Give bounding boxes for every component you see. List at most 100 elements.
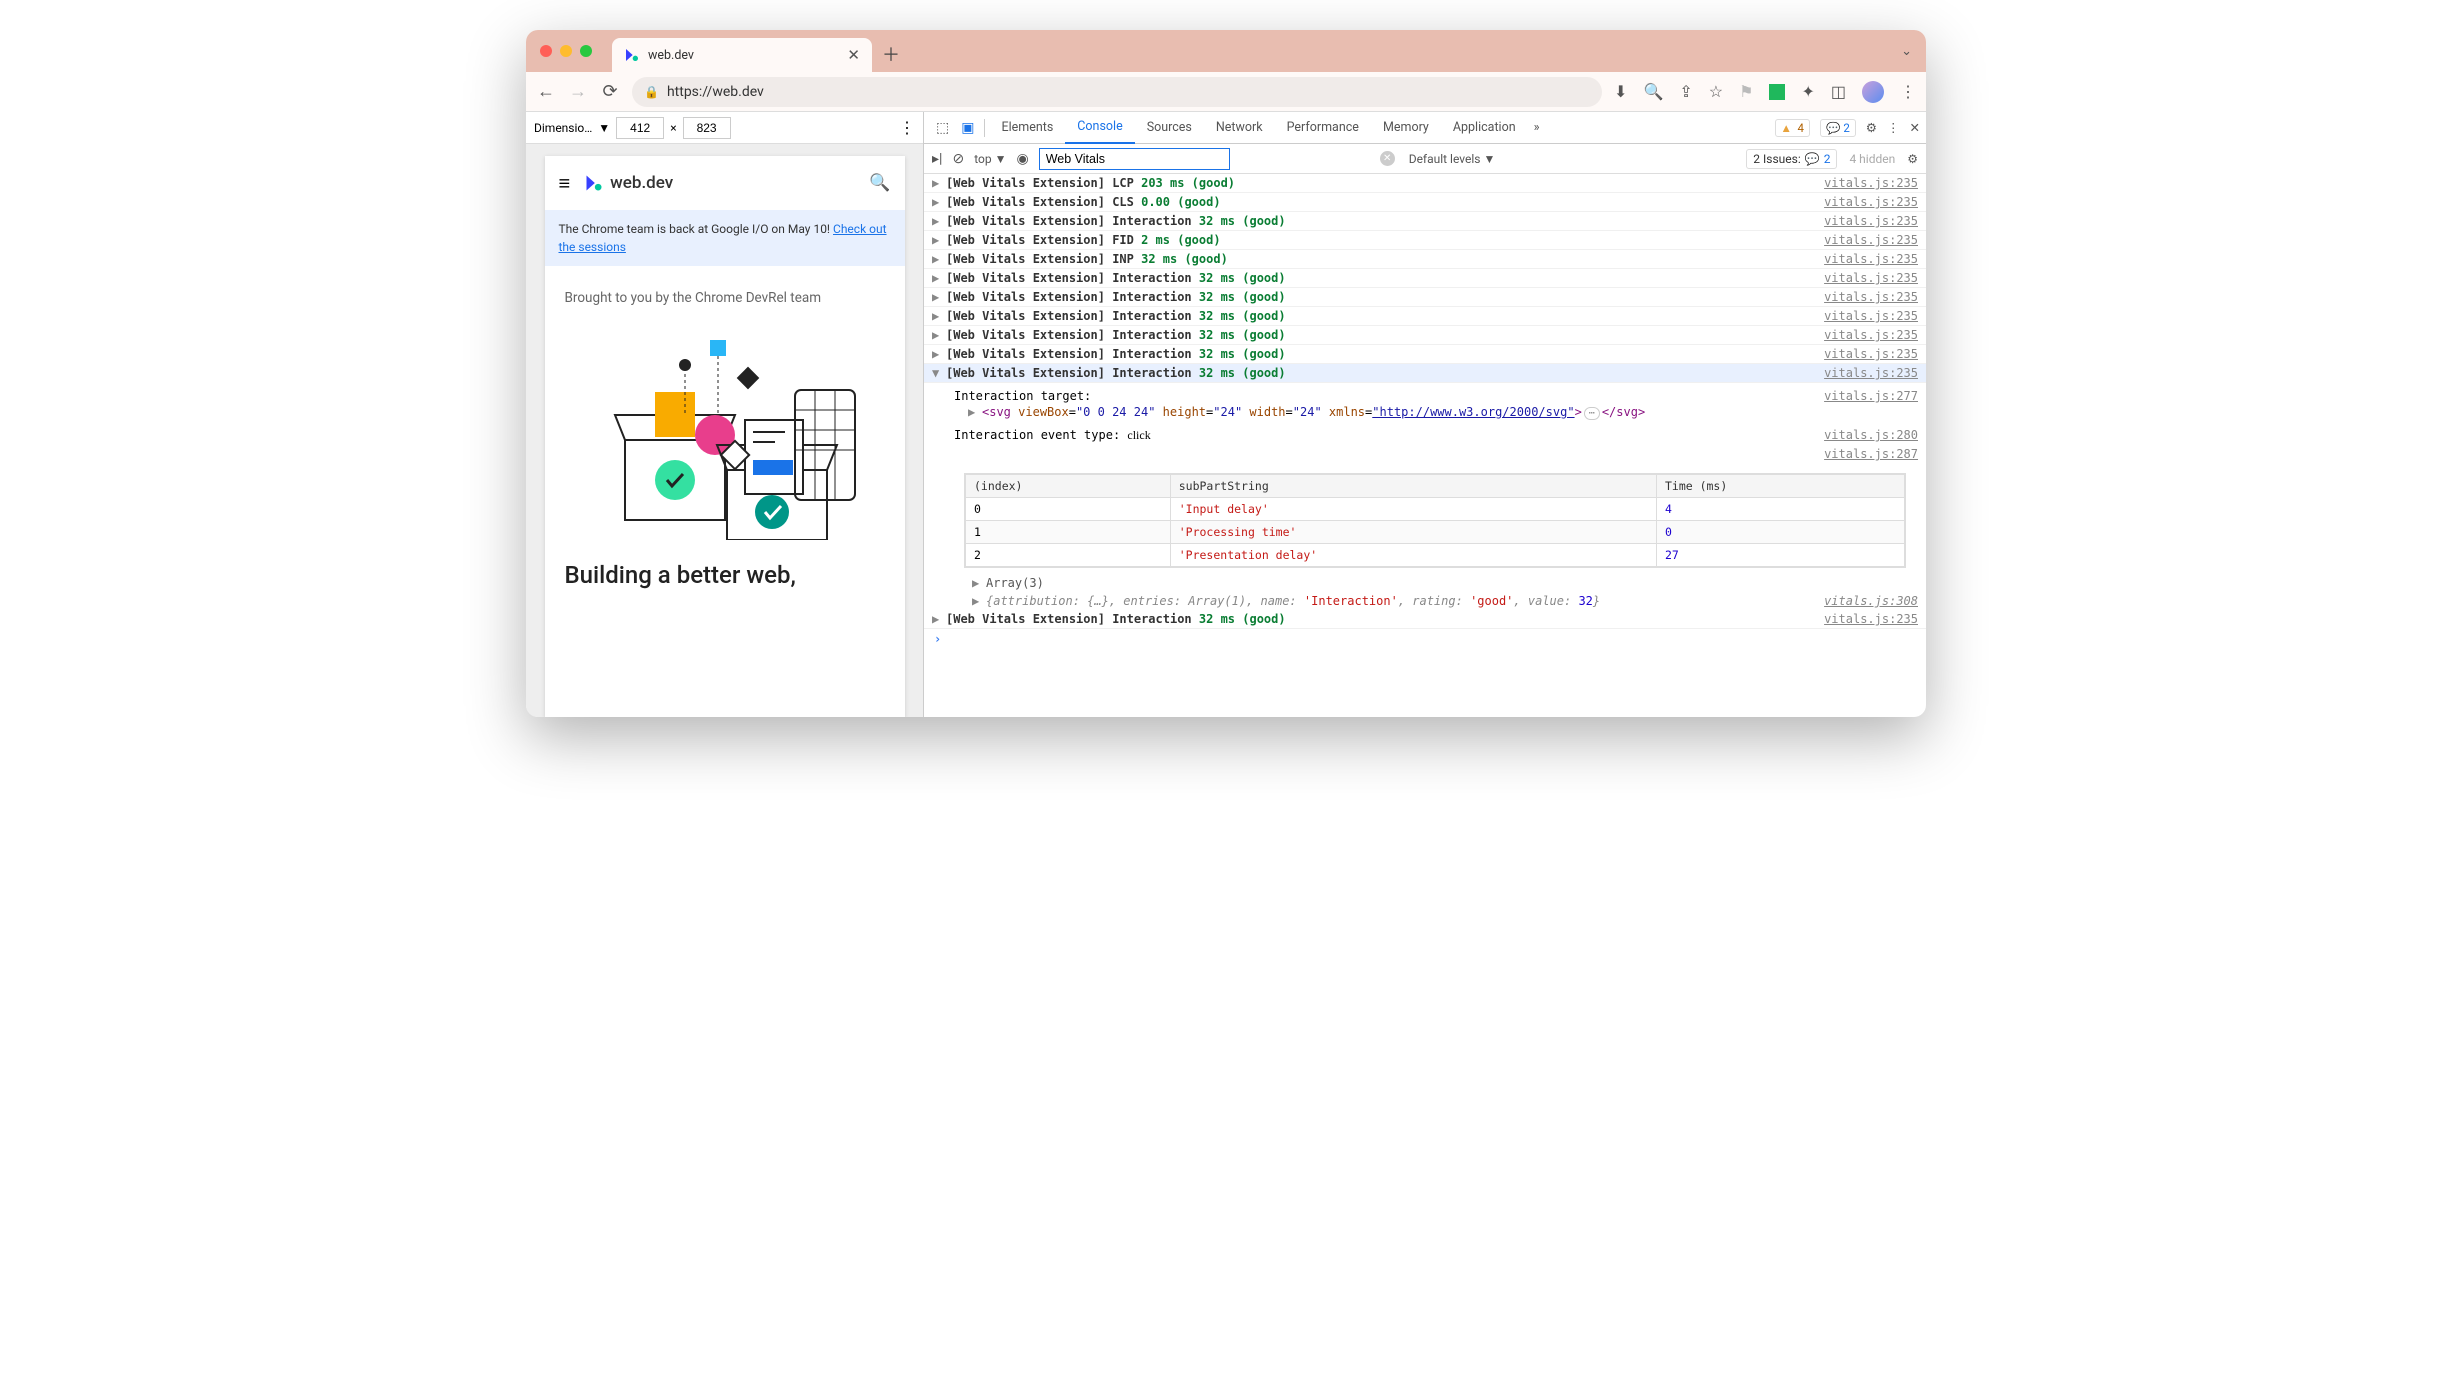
extensions-icon[interactable]: ✦: [1801, 82, 1814, 101]
disclosure-triangle-icon[interactable]: ▶: [932, 233, 942, 247]
tab-network[interactable]: Network: [1204, 112, 1275, 144]
tab-elements[interactable]: Elements: [989, 112, 1065, 144]
address-bar[interactable]: 🔒 https://web.dev: [632, 77, 1602, 107]
attribution-object[interactable]: ▶{attribution: {…}, entries: Array(1), n…: [924, 592, 1926, 610]
install-icon[interactable]: ⬇: [1614, 82, 1627, 101]
more-tabs-button[interactable]: »: [1528, 120, 1546, 135]
bookmark-icon[interactable]: ☆: [1709, 82, 1723, 101]
console-prompt[interactable]: ›: [924, 629, 1926, 649]
window-minimize-button[interactable]: [560, 45, 572, 57]
console-log-row[interactable]: ▶ [Web Vitals Extension] Interaction 32 …: [924, 307, 1926, 326]
console-filter-input[interactable]: [1039, 148, 1230, 170]
devtools-menu-button[interactable]: ⋮: [1887, 120, 1900, 136]
array-summary[interactable]: ▶Array(3): [924, 574, 1926, 592]
context-selector[interactable]: top ▼: [974, 152, 1006, 166]
console-settings-icon[interactable]: ⚙: [1907, 152, 1918, 166]
window-maximize-button[interactable]: [580, 45, 592, 57]
dimensions-label[interactable]: Dimensio…: [534, 121, 592, 135]
new-tab-button[interactable]: ＋: [882, 41, 900, 67]
hamburger-menu-icon[interactable]: ≡: [559, 171, 571, 196]
browser-tab[interactable]: web.dev ✕: [612, 38, 872, 72]
clear-filter-button[interactable]: ✕: [1380, 151, 1395, 166]
disclosure-triangle-icon[interactable]: ▶: [932, 252, 942, 266]
console-log-row[interactable]: ▶ [Web Vitals Extension] FID 2 ms (good)…: [924, 231, 1926, 250]
disclosure-triangle-icon[interactable]: ▶: [972, 594, 982, 608]
console-log-row[interactable]: ▶ [Web Vitals Extension] LCP 203 ms (goo…: [924, 174, 1926, 193]
disclosure-triangle-icon[interactable]: ▶: [932, 214, 942, 228]
source-link[interactable]: vitals.js:235: [1824, 290, 1918, 304]
tab-sources[interactable]: Sources: [1135, 112, 1204, 144]
height-input[interactable]: [683, 117, 731, 139]
forward-button[interactable]: →: [568, 81, 588, 102]
svg-element-code[interactable]: ▶<svg viewBox="0 0 24 24" height="24" wi…: [954, 405, 1926, 420]
browser-menu-button[interactable]: ⋮: [1900, 82, 1916, 101]
dimensions-dropdown-icon[interactable]: ▼: [598, 121, 610, 135]
source-link[interactable]: vitals.js:235: [1824, 366, 1918, 380]
source-link[interactable]: vitals.js:235: [1824, 309, 1918, 323]
source-link[interactable]: vitals.js:235: [1824, 214, 1918, 228]
disclosure-triangle-icon[interactable]: ▶: [932, 195, 942, 209]
console-log-row[interactable]: ▶ [Web Vitals Extension] Interaction 32 …: [924, 212, 1926, 231]
disclosure-triangle-icon[interactable]: ▶: [972, 576, 982, 590]
profile-avatar[interactable]: [1862, 81, 1884, 103]
live-expression-icon[interactable]: ◉: [1016, 151, 1028, 167]
console-log-row[interactable]: ▶ [Web Vitals Extension] CLS 0.00 (good)…: [924, 193, 1926, 212]
console-log-row[interactable]: ▶ [Web Vitals Extension] Interaction 32 …: [924, 345, 1926, 364]
disclosure-triangle-icon[interactable]: ▼: [932, 366, 942, 380]
disclosure-triangle-icon[interactable]: ▶: [932, 176, 942, 190]
clear-console-icon[interactable]: ⊘: [952, 151, 964, 167]
source-link[interactable]: vitals.js:287: [1824, 447, 1918, 461]
table-header[interactable]: Time (ms): [1656, 475, 1904, 498]
tab-performance[interactable]: Performance: [1275, 112, 1371, 144]
warnings-badge[interactable]: ▲4: [1775, 119, 1810, 137]
sidepanel-icon[interactable]: ◫: [1831, 82, 1846, 101]
tab-close-button[interactable]: ✕: [847, 46, 860, 64]
console-log-row[interactable]: ▶ [Web Vitals Extension] Interaction 32 …: [924, 288, 1926, 307]
console-log-row[interactable]: ▼ [Web Vitals Extension] Interaction 32 …: [924, 364, 1926, 383]
source-link[interactable]: vitals.js:235: [1824, 233, 1918, 247]
source-link[interactable]: vitals.js:235: [1824, 176, 1918, 190]
disclosure-triangle-icon[interactable]: ▶: [932, 347, 942, 361]
disclosure-triangle-icon[interactable]: ▶: [968, 405, 978, 419]
console-log-row[interactable]: ▶ [Web Vitals Extension] Interaction 32 …: [924, 610, 1926, 629]
source-link[interactable]: vitals.js:235: [1824, 252, 1918, 266]
source-link[interactable]: vitals.js:235: [1824, 271, 1918, 285]
disclosure-triangle-icon[interactable]: ▶: [932, 290, 942, 304]
disclosure-triangle-icon[interactable]: ▶: [932, 612, 942, 626]
source-link[interactable]: vitals.js:235: [1824, 347, 1918, 361]
source-link[interactable]: vitals.js:280: [1824, 428, 1918, 443]
console-sidebar-toggle-icon[interactable]: ▸|: [932, 151, 942, 167]
disclosure-triangle-icon[interactable]: ▶: [932, 328, 942, 342]
back-button[interactable]: ←: [536, 81, 556, 102]
source-link[interactable]: vitals.js:235: [1824, 195, 1918, 209]
inspect-icon[interactable]: ⬚: [930, 120, 955, 136]
log-levels-selector[interactable]: Default levels ▼: [1409, 152, 1496, 166]
table-header[interactable]: (index): [966, 475, 1171, 498]
source-link[interactable]: vitals.js:277: [1824, 389, 1918, 403]
flag-icon[interactable]: ⚑: [1739, 82, 1753, 101]
share-icon[interactable]: ⇪: [1679, 82, 1692, 101]
devtools-close-button[interactable]: ✕: [1910, 120, 1920, 136]
disclosure-triangle-icon[interactable]: ▶: [932, 271, 942, 285]
reload-button[interactable]: ⟳: [600, 81, 620, 102]
site-logo[interactable]: web.dev: [584, 173, 673, 193]
source-link[interactable]: vitals.js:308: [1824, 594, 1918, 608]
tab-memory[interactable]: Memory: [1371, 112, 1441, 144]
zoom-icon[interactable]: 🔍: [1643, 82, 1663, 101]
devtools-settings-icon[interactable]: ⚙: [1866, 120, 1877, 136]
page-search-icon[interactable]: 🔍: [869, 173, 890, 193]
device-more-button[interactable]: ⋮: [899, 118, 915, 137]
info-badge[interactable]: 💬2: [1820, 119, 1856, 137]
tabs-dropdown-button[interactable]: ⌄: [1901, 44, 1912, 59]
tab-console[interactable]: Console: [1065, 112, 1134, 144]
device-mode-icon[interactable]: ▣: [955, 120, 980, 136]
console-log-row[interactable]: ▶ [Web Vitals Extension] Interaction 32 …: [924, 269, 1926, 288]
table-header[interactable]: subPartString: [1170, 475, 1656, 498]
issues-button[interactable]: 2 Issues: 💬2: [1746, 149, 1837, 169]
console-log-row[interactable]: ▶ [Web Vitals Extension] Interaction 32 …: [924, 326, 1926, 345]
console-log-row[interactable]: ▶ [Web Vitals Extension] INP 32 ms (good…: [924, 250, 1926, 269]
disclosure-triangle-icon[interactable]: ▶: [932, 309, 942, 323]
extension-green-icon[interactable]: [1769, 84, 1785, 100]
source-link[interactable]: vitals.js:235: [1824, 612, 1918, 626]
window-close-button[interactable]: [540, 45, 552, 57]
